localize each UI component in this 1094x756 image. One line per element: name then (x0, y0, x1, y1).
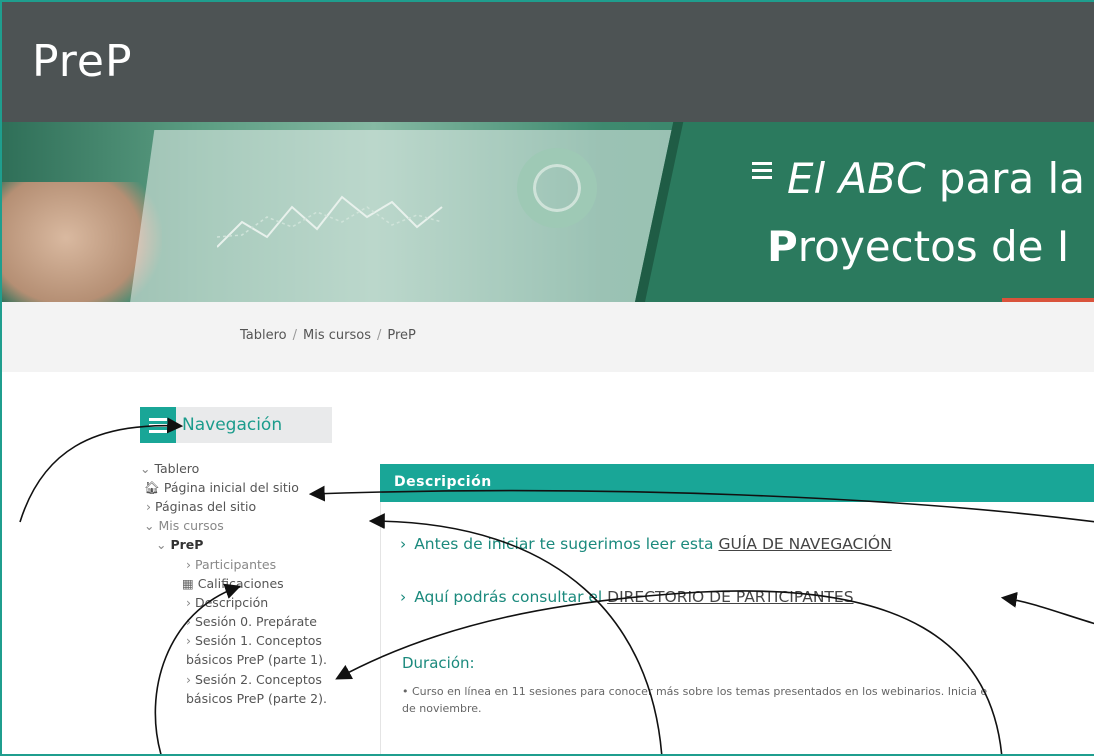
tree-item-label: Calificaciones (197, 576, 284, 591)
chevron-right-icon: › (186, 633, 195, 648)
directory-line: › Aquí podrás consultar el DIRECTORIO DE … (400, 588, 854, 606)
tree-item-session-0[interactable]: › Sesión 0. Prepárate (186, 613, 317, 631)
table-icon: ▦ (182, 576, 194, 591)
tree-item-course-prep[interactable]: ⌄ PreP (156, 536, 203, 554)
chevron-right-icon: › (186, 614, 195, 629)
directory-link[interactable]: DIRECTORIO DE PARTICIPANTES (607, 588, 853, 606)
tree-item-site-pages[interactable]: › Páginas del sitio (146, 498, 256, 516)
banner-line-chart-graphic (217, 195, 443, 248)
banner-title-rest: para la (925, 154, 1085, 203)
hamburger-icon[interactable] (140, 407, 176, 443)
guide-text: Antes de iniciar te sugerimos leer esta (414, 535, 719, 553)
tree-item-label: Mis cursos (158, 518, 224, 533)
tree-item-grades[interactable]: ▦ Calificaciones (182, 575, 284, 593)
chevron-down-icon: ⌄ (156, 537, 171, 552)
tree-item-description[interactable]: › Descripción (186, 594, 268, 612)
tree-item-session-1-cont[interactable]: básicos PreP (parte 1). (186, 651, 327, 669)
tree-item-session-2-cont[interactable]: básicos PreP (parte 2). (186, 690, 327, 708)
guide-link[interactable]: GUÍA DE NAVEGACIÓN (718, 535, 891, 553)
banner-tablet-image (626, 122, 1094, 302)
tree-item-label: Sesión 1. Conceptos (194, 633, 322, 648)
chevron-right-icon: › (186, 595, 195, 610)
banner-title-em: El ABC (787, 154, 926, 203)
breadcrumb-item-prep: PreP (387, 328, 416, 343)
breadcrumb-item-tablero[interactable]: Tablero (240, 328, 287, 343)
breadcrumb-item-mis-cursos[interactable]: Mis cursos (303, 328, 371, 343)
tree-item-label: Sesión 0. Prepárate (194, 614, 317, 629)
chevron-right-icon: › (146, 499, 155, 514)
banner-title-bold: P (767, 222, 798, 271)
tree-item-label: PreP (170, 537, 204, 552)
tree-item-session-2[interactable]: › Sesión 2. Conceptos (186, 671, 322, 689)
course-banner: El ABC para la Proyectos de I (2, 122, 1094, 302)
tree-item-session-1[interactable]: › Sesión 1. Conceptos (186, 632, 322, 650)
top-navbar: PreP (2, 2, 1094, 122)
tree-item-home[interactable]: 🏠︎ Página inicial del sitio (144, 479, 299, 497)
breadcrumb-separator: / (377, 328, 382, 343)
tree-item-label: Páginas del sitio (154, 499, 257, 514)
banner-title-rest2: royectos de I (797, 222, 1070, 271)
chevron-down-icon: ⌄ (140, 461, 155, 476)
tree-item-label: Descripción (194, 595, 269, 610)
bullet-icon: › (400, 535, 407, 553)
tree-item-label: Participantes (194, 557, 277, 572)
navigation-title: Navegación (182, 415, 283, 435)
tree-item-label: Tablero (154, 461, 200, 476)
breadcrumb-bar: Tablero / Mis cursos / PreP (2, 302, 1094, 372)
bullet-icon: • (402, 685, 412, 698)
tree-item-tablero[interactable]: ⌄ Tablero (140, 460, 199, 478)
description-title: Descripción (394, 474, 492, 490)
tree-item-label: Sesión 2. Conceptos (194, 672, 322, 687)
bullet-icon: › (400, 588, 407, 606)
breadcrumb-separator: / (292, 328, 298, 343)
duration-title: Duración: (402, 654, 475, 672)
duration-text-line1: Curso en línea en 11 sesiones para conoc… (412, 685, 988, 698)
duration-text-line2: de noviembre. (402, 702, 482, 716)
breadcrumb: Tablero / Mis cursos / PreP (240, 328, 416, 343)
banner-title-line2: Proyectos de I (767, 222, 1069, 271)
banner-title-line1: El ABC para la (787, 154, 1085, 203)
page-frame: PreP El ABC para la Proyectos de I Table… (0, 0, 1094, 756)
tree-item-participants[interactable]: › Participantes (186, 556, 276, 574)
chevron-right-icon: › (186, 557, 195, 572)
banner-list-icon (752, 162, 772, 184)
banner-donut-graphic (517, 148, 597, 228)
chevron-down-icon: ⌄ (144, 518, 159, 533)
navigation-block-header[interactable]: Navegación (140, 407, 332, 443)
home-icon: 🏠︎ (144, 480, 160, 495)
guide-line: › Antes de iniciar te sugerimos leer esta… (400, 535, 892, 553)
tree-item-label: Página inicial del sitio (163, 480, 299, 495)
tree-item-my-courses[interactable]: ⌄ Mis cursos (144, 517, 224, 535)
description-header: Descripción (380, 464, 1094, 502)
chevron-right-icon: › (186, 672, 195, 687)
directory-text: Aquí podrás consultar el (414, 588, 608, 606)
duration-text: • Curso en línea en 11 sesiones para con… (402, 683, 1092, 717)
site-brand[interactable]: PreP (32, 36, 133, 87)
